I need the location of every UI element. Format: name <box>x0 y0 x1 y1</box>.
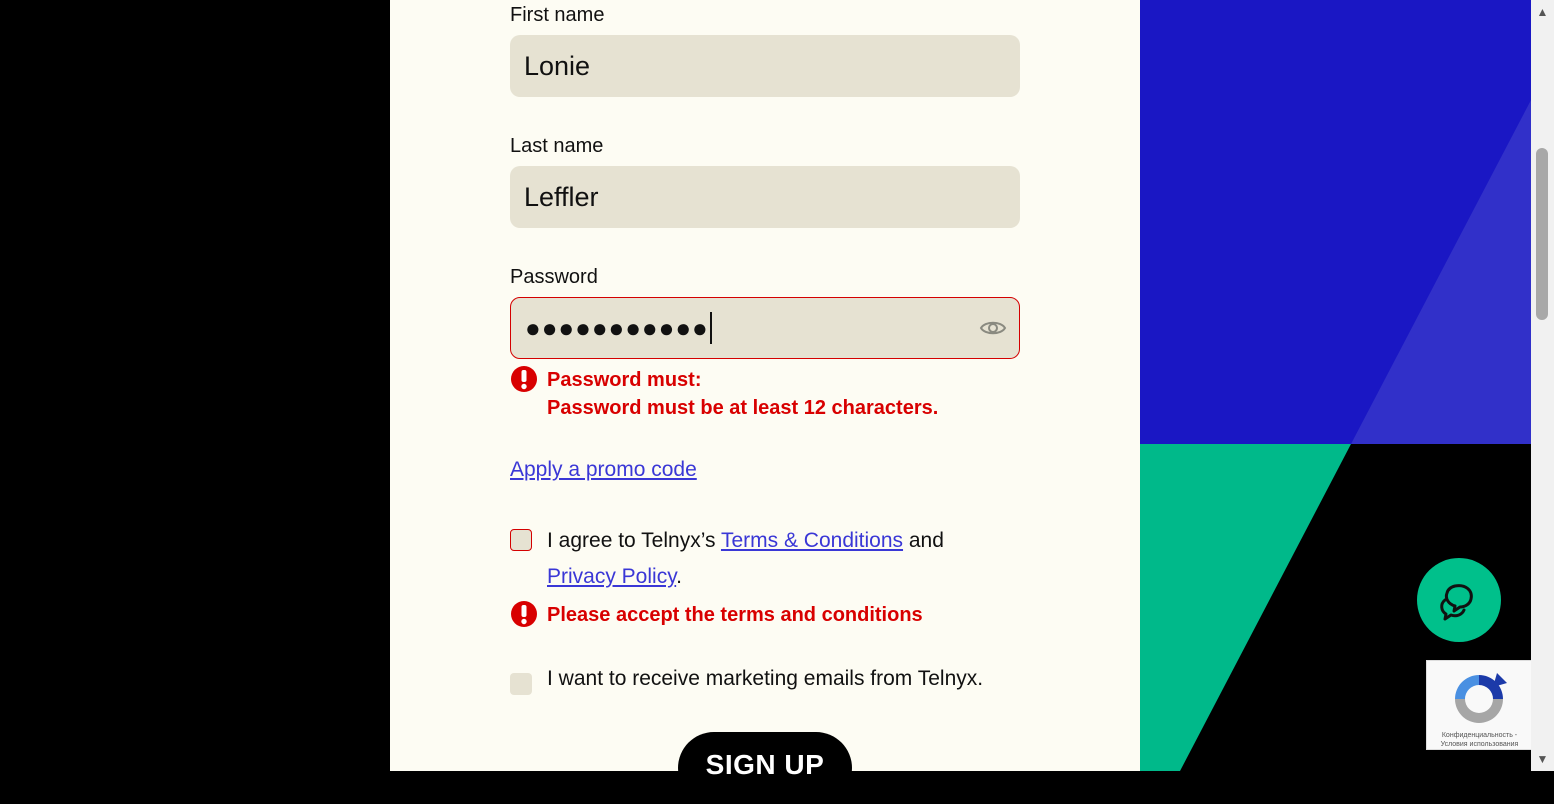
recaptcha-links: Конфиденциальность - Условия использован… <box>1427 731 1532 749</box>
password-error-title: Password must: <box>547 369 702 391</box>
terms-middle: and <box>903 529 944 552</box>
page-scrollbar[interactable]: ▲ ▼ <box>1531 0 1554 771</box>
marketing-label: I want to receive marketing emails from … <box>547 667 984 690</box>
recaptcha-badge[interactable]: Конфиденциальность - Условия использован… <box>1426 660 1531 750</box>
password-masked-value: ●●●●●●●●●●● <box>525 312 709 343</box>
error-icon <box>511 601 537 627</box>
scroll-thumb[interactable] <box>1536 148 1548 320</box>
first-name-label: First name <box>510 4 605 26</box>
error-icon <box>511 366 537 392</box>
first-name-value: Lonie <box>524 50 591 81</box>
terms-error: Please accept the terms and conditions <box>547 604 923 626</box>
recaptcha-icon <box>1455 673 1507 723</box>
promo-code-link[interactable]: Apply a promo code <box>510 458 697 482</box>
privacy-policy-link[interactable]: Privacy Policy <box>547 565 676 588</box>
terms-conditions-link[interactable]: Terms & Conditions <box>721 529 903 552</box>
terms-suffix: . <box>676 565 682 588</box>
terms-label: I agree to Telnyx’s Terms & Conditions a… <box>547 523 944 559</box>
last-name-value: Leffler <box>524 181 599 212</box>
text-caret <box>709 312 712 344</box>
last-name-input[interactable]: Leffler <box>510 166 1020 228</box>
terms-label-line2: Privacy Policy. <box>547 559 682 595</box>
sign-up-button[interactable]: SIGN UP <box>678 732 852 804</box>
password-label: Password <box>510 266 598 288</box>
decorative-art-panel <box>1140 0 1531 771</box>
recaptcha-terms-text[interactable]: Условия использования <box>1427 740 1532 749</box>
eye-icon[interactable] <box>979 316 1007 340</box>
password-error-detail: Password must be at least 12 characters. <box>547 397 939 419</box>
first-name-input[interactable]: Lonie <box>510 35 1020 97</box>
recaptcha-privacy-text[interactable]: Конфиденциальность - <box>1427 731 1532 740</box>
decorative-shapes <box>1140 0 1531 771</box>
signup-form-panel: First name Lonie Last name Leffler Passw… <box>390 0 1140 804</box>
terms-prefix: I agree to Telnyx’s <box>547 529 721 552</box>
scroll-up-arrow-icon[interactable]: ▲ <box>1531 2 1554 22</box>
last-name-label: Last name <box>510 135 604 157</box>
chat-bubbles-icon <box>1440 584 1473 621</box>
left-background <box>0 0 390 771</box>
password-input[interactable]: ●●●●●●●●●●● <box>510 297 1020 359</box>
scroll-down-arrow-icon[interactable]: ▼ <box>1531 749 1554 769</box>
marketing-checkbox[interactable] <box>510 673 532 695</box>
terms-checkbox[interactable] <box>510 529 532 551</box>
chat-button[interactable] <box>1417 558 1501 642</box>
